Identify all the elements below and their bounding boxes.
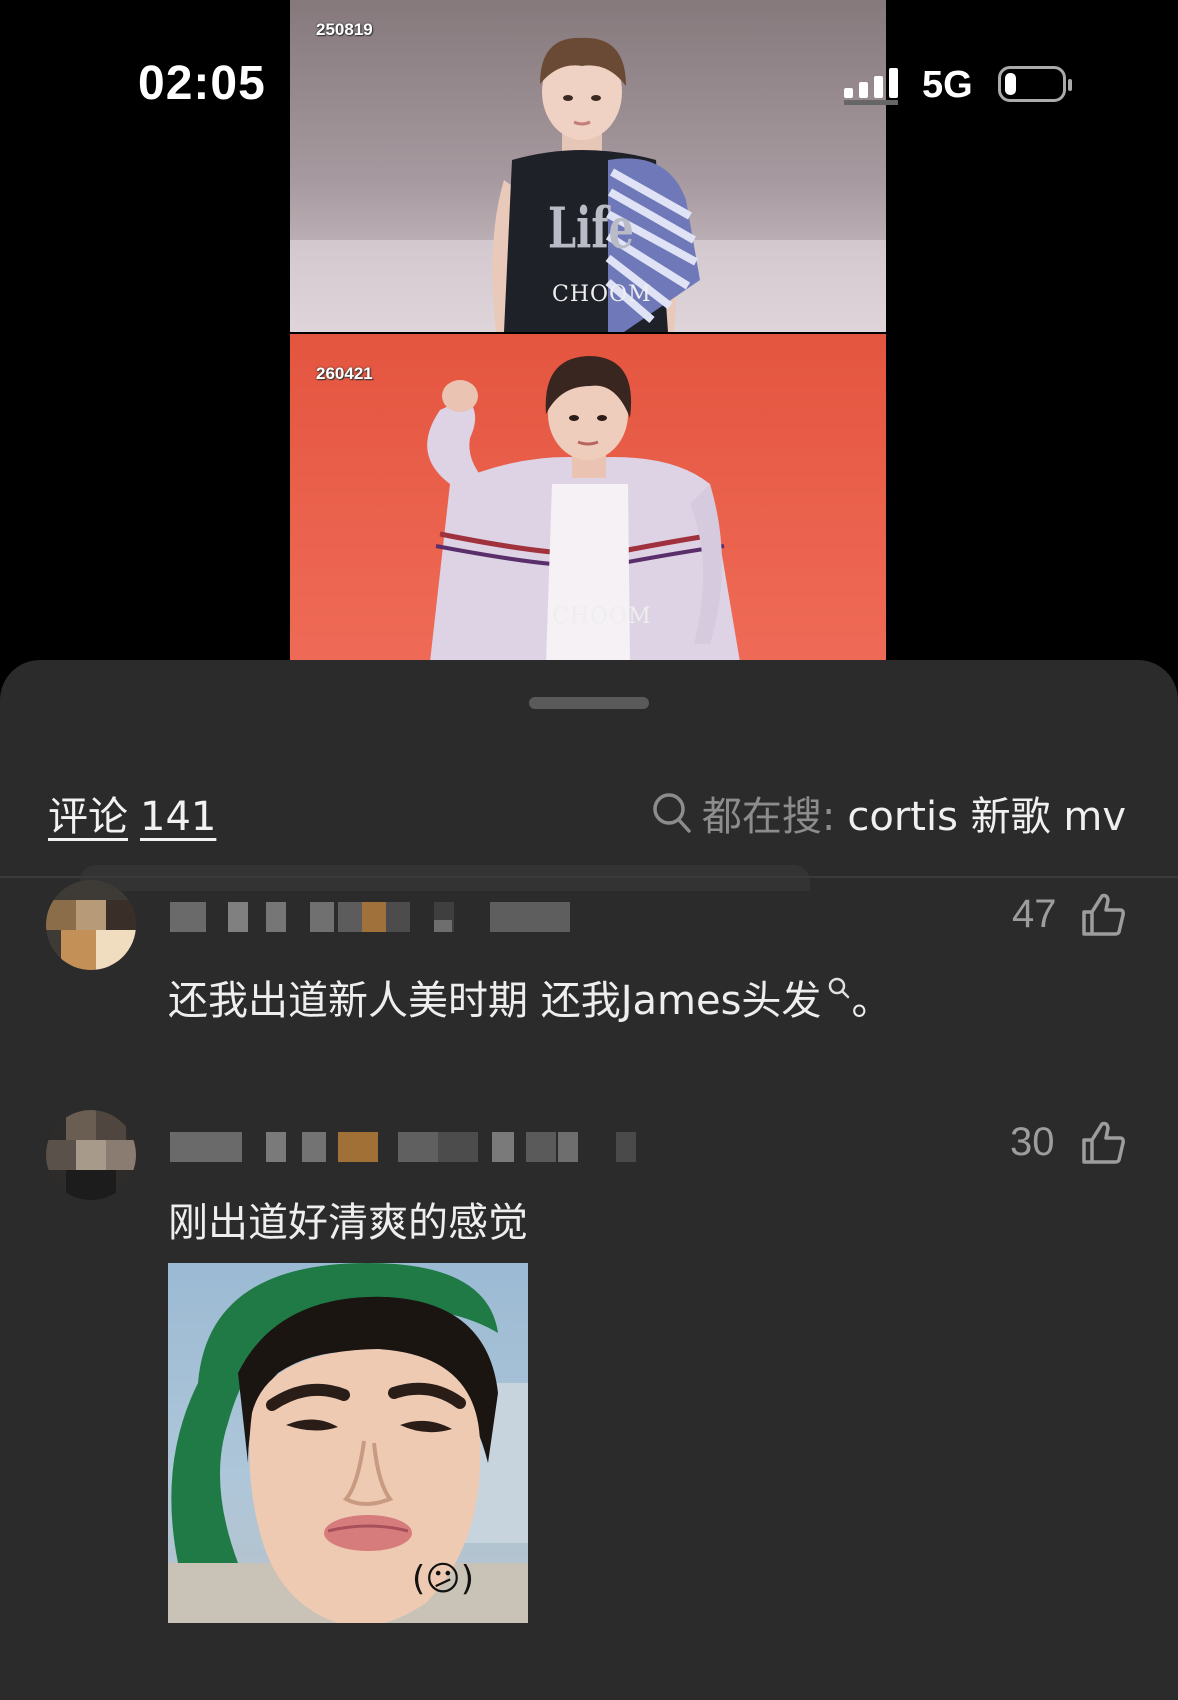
choom-logo: CHOOM (552, 604, 652, 629)
search-hint-label: 都在搜: (701, 794, 836, 840)
comment-text: 刚出道好清爽的感觉 (168, 1190, 528, 1248)
status-bar: 02:05 5G (0, 0, 1178, 170)
trending-search-link[interactable]: 都在搜: cortis 新歌 mv (652, 784, 1126, 842)
like-count: 47 (1012, 892, 1057, 936)
header-divider (0, 876, 1178, 878)
username[interactable] (170, 1132, 640, 1162)
battery-icon (998, 66, 1072, 102)
video-frame-bottom: 260421 CHOOM (290, 334, 886, 662)
search-icon (653, 793, 691, 833)
comments-title-label: 评论 (48, 794, 128, 840)
comment-sticker-image[interactable]: (😕) (168, 1263, 528, 1623)
comment-body: 还我出道新人美时期 还我James头发 (168, 978, 822, 1024)
sheet-bottom (0, 1650, 1178, 1700)
like-count: 30 (1010, 1120, 1055, 1164)
avatar[interactable] (46, 880, 136, 970)
comment-text: 还我出道新人美时期 还我James头发 。 (168, 968, 891, 1026)
username[interactable] (170, 902, 570, 932)
status-time: 02:05 (138, 57, 266, 110)
choom-logo: CHOOM (552, 282, 652, 307)
sticker-face (168, 1263, 528, 1623)
thumbs-up-icon[interactable] (1080, 1120, 1126, 1166)
comments-header[interactable]: 评论 141 (48, 784, 228, 842)
battery-level (1005, 73, 1016, 95)
sticker-emoji: (😕) (412, 1559, 474, 1599)
comment-count: 141 (140, 794, 217, 840)
search-hint-query: cortis 新歌 mv (847, 794, 1126, 840)
comment-body: 刚出道好清爽的感觉 (168, 1200, 528, 1246)
comment-suffix: 。 (851, 978, 892, 1024)
video-player[interactable]: 250819 Life CHOOM 260421 CHOOM 02:05 5G (0, 0, 1178, 662)
signal-icon (844, 68, 898, 105)
shirt-print: Life (548, 195, 634, 262)
thumbs-up-icon[interactable] (1080, 892, 1126, 938)
sheet-grabber[interactable] (529, 697, 649, 709)
network-type: 5G (922, 64, 973, 106)
pinned-shadow (80, 865, 810, 891)
search-icon[interactable] (827, 976, 851, 1000)
avatar[interactable] (46, 1110, 136, 1200)
